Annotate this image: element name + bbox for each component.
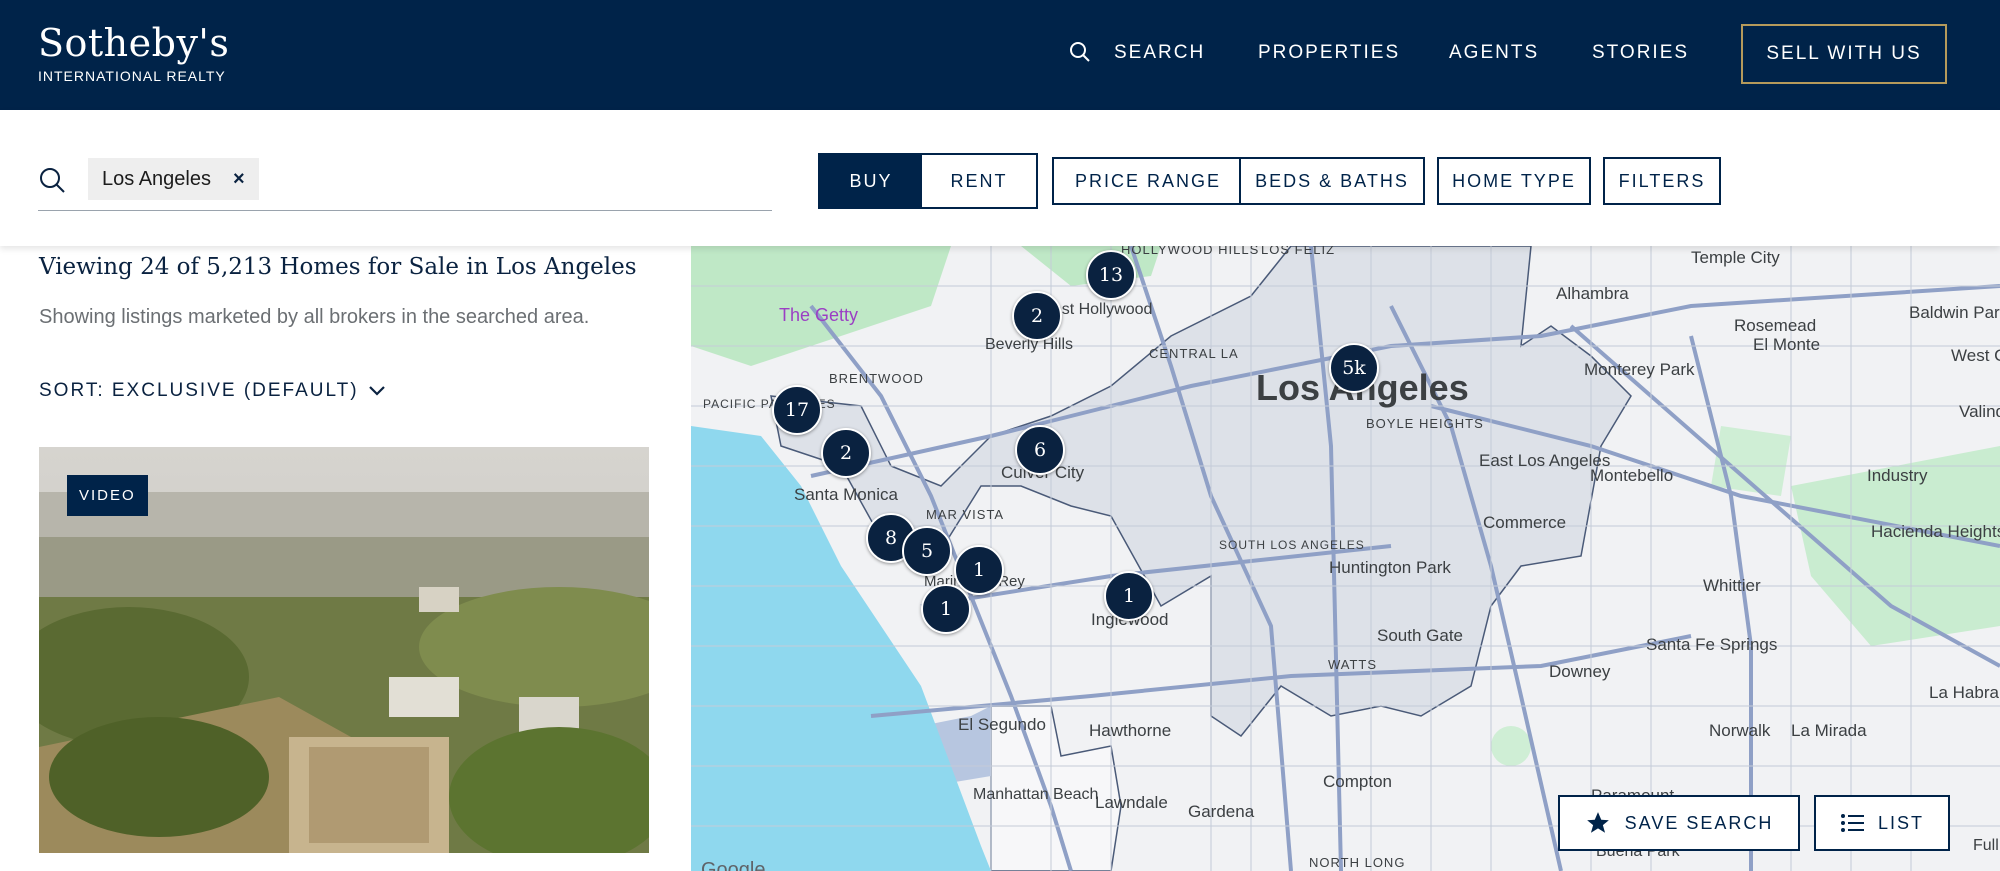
listing-photo[interactable]: VIDEO — [39, 447, 649, 853]
filters-button[interactable]: FILTERS — [1603, 157, 1721, 205]
save-search-button[interactable]: SAVE SEARCH — [1558, 795, 1800, 851]
listing-cluster-marker[interactable]: 13 — [1086, 250, 1136, 300]
map-label: Temple City — [1691, 248, 1780, 267]
search-filter-bar: Los Angeles × BUY RENT PRICE RANGE BEDS … — [0, 110, 2000, 246]
results-subheading: Showing listings marketed by all brokers… — [39, 306, 590, 328]
listing-cluster-marker[interactable]: 1 — [954, 545, 1004, 595]
map-label: Hacienda Heights — [1871, 522, 2000, 541]
listing-cluster-marker[interactable]: 1 — [921, 584, 971, 634]
map-label: Santa Fe Springs — [1646, 635, 1777, 654]
list-icon — [1840, 814, 1864, 832]
map-label: Rosemead — [1734, 316, 1816, 335]
video-badge: VIDEO — [67, 475, 148, 516]
map-label: Gardena — [1188, 802, 1255, 821]
map-label: Monterey Park — [1584, 360, 1695, 379]
sort-dropdown[interactable]: SORT: EXCLUSIVE (DEFAULT) — [39, 380, 387, 402]
map-label: Downey — [1549, 662, 1611, 681]
map-label: Baldwin Park — [1909, 303, 2000, 322]
map-view[interactable]: HOLLYWOOD HILLS LOS FELIZ Temple City Al… — [691, 246, 2000, 871]
listing-cluster-marker[interactable]: 2 — [821, 428, 871, 478]
map-label: CENTRAL LA — [1149, 346, 1239, 361]
map-label: BOYLE HEIGHTS — [1366, 416, 1484, 431]
map-label: Valinda — [1959, 402, 2000, 421]
nav-stories[interactable]: STORIES — [1592, 42, 1689, 64]
map-label: LOS FELIZ — [1261, 246, 1335, 257]
map-label: The Getty — [779, 305, 858, 325]
map-label: Alhambra — [1556, 284, 1629, 303]
logo-wordmark: Sotheby's — [38, 21, 230, 65]
remove-location-icon[interactable]: × — [233, 168, 245, 191]
map-label: Lawndale — [1095, 793, 1168, 812]
map-label: West Cov — [1951, 346, 2000, 365]
nav-agents[interactable]: AGENTS — [1449, 42, 1539, 64]
map-label: Norwalk — [1709, 721, 1771, 740]
map-label: La Habra — [1929, 683, 1999, 702]
location-chip: Los Angeles × — [88, 158, 259, 200]
map-label: WATTS — [1328, 657, 1377, 672]
map-label: Manhattan Beach — [973, 786, 1098, 803]
chevron-down-icon — [368, 386, 385, 396]
google-logo: Google — [701, 859, 766, 871]
price-range-button[interactable]: PRICE RANGE — [1052, 157, 1244, 205]
beds-baths-button[interactable]: BEDS & BATHS — [1239, 157, 1425, 205]
map-label: Hawthorne — [1089, 721, 1171, 740]
sothebys-logo[interactable]: Sotheby's INTERNATIONAL REALTY — [38, 22, 229, 84]
map-label: Santa Monica — [794, 485, 898, 504]
map-label: BRENTWOOD — [829, 371, 924, 386]
listing-cluster-marker[interactable]: 5k — [1329, 343, 1379, 393]
map-label: El Segundo — [958, 715, 1046, 734]
sell-with-us-button[interactable]: SELL WITH US — [1741, 24, 1947, 84]
listing-cluster-marker[interactable]: 5 — [902, 526, 952, 576]
nav-properties[interactable]: PROPERTIES — [1258, 42, 1400, 64]
map-label: SOUTH LOS ANGELES — [1219, 538, 1365, 552]
map-label: MAR VISTA — [926, 507, 1004, 522]
listing-cluster-marker[interactable]: 2 — [1012, 291, 1062, 341]
search-input-underline[interactable] — [38, 210, 772, 211]
buy-rent-toggle: BUY RENT — [818, 153, 1038, 209]
map-label: Whittier — [1703, 576, 1761, 595]
listing-cluster-marker[interactable]: 1 — [1104, 571, 1154, 621]
map-label: Commerce — [1483, 513, 1566, 532]
map-label: Montebello — [1590, 466, 1673, 485]
nav-search[interactable]: SEARCH — [1114, 42, 1205, 64]
map-label: HOLLYWOOD HILLS — [1121, 246, 1259, 257]
search-icon[interactable] — [38, 166, 66, 194]
logo-subtitle: INTERNATIONAL REALTY — [38, 68, 226, 84]
map-label: South Gate — [1377, 626, 1463, 645]
list-label: LIST — [1877, 812, 1924, 833]
top-navigation-bar: Sotheby's INTERNATIONAL REALTY SEARCH PR… — [0, 0, 2000, 110]
location-chip-label: Los Angeles — [102, 167, 211, 190]
map-label: Industry — [1867, 466, 1928, 485]
rent-tab[interactable]: RENT — [922, 155, 1036, 207]
list-view-button[interactable]: LIST — [1814, 795, 1950, 851]
listing-cluster-marker[interactable]: 6 — [1015, 425, 1065, 475]
map-label: El Monte — [1753, 335, 1820, 354]
map-label: NORTH LONG — [1309, 855, 1405, 870]
map-label: Full — [1973, 837, 1999, 854]
home-type-button[interactable]: HOME TYPE — [1437, 157, 1591, 205]
save-search-label: SAVE SEARCH — [1624, 812, 1774, 833]
listing-cluster-marker[interactable]: 17 — [772, 385, 822, 435]
sort-label: SORT: EXCLUSIVE (DEFAULT) — [39, 380, 359, 401]
buy-tab[interactable]: BUY — [820, 155, 922, 207]
results-heading: Viewing 24 of 5,213 Homes for Sale in Lo… — [39, 254, 637, 280]
map-label: Compton — [1323, 772, 1392, 791]
map-label: La Mirada — [1791, 721, 1867, 740]
search-icon[interactable] — [1068, 40, 1092, 64]
star-icon — [1586, 812, 1609, 833]
map-label: Huntington Park — [1329, 558, 1451, 577]
